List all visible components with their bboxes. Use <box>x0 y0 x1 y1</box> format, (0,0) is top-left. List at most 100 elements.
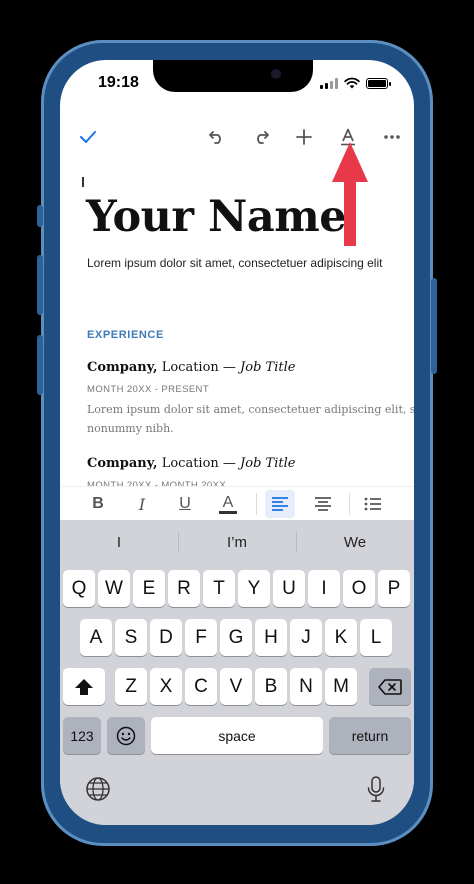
emoji-key[interactable] <box>107 717 145 754</box>
align-left-icon <box>272 497 288 511</box>
key-i[interactable]: I <box>308 570 340 607</box>
key-d[interactable]: D <box>150 619 182 656</box>
key-n[interactable]: N <box>290 668 322 705</box>
wifi-icon <box>344 77 360 89</box>
bold-button[interactable]: B <box>83 490 113 518</box>
key-c[interactable]: C <box>185 668 217 705</box>
key-v[interactable]: V <box>220 668 252 705</box>
company-name: Company, <box>87 456 158 471</box>
key-q[interactable]: Q <box>63 570 95 607</box>
key-o[interactable]: O <box>343 570 375 607</box>
phone-side-button <box>37 205 43 227</box>
key-w[interactable]: W <box>98 570 130 607</box>
screen: 19:18 Your Name Lorem ipsum dolor sit am… <box>60 60 414 825</box>
key-m[interactable]: M <box>325 668 357 705</box>
redo-button[interactable] <box>248 124 274 150</box>
key-j[interactable]: J <box>290 619 322 656</box>
underline-label: U <box>179 495 191 512</box>
text-color-button[interactable]: A <box>213 490 243 518</box>
microphone-icon <box>367 776 385 802</box>
key-g[interactable]: G <box>220 619 252 656</box>
undo-button[interactable] <box>204 124 230 150</box>
shift-key[interactable] <box>63 668 105 705</box>
key-s[interactable]: S <box>115 619 147 656</box>
backspace-key[interactable] <box>369 668 411 705</box>
key-b[interactable]: B <box>255 668 287 705</box>
job-location: Location — <box>157 360 241 375</box>
job-description-line: Lorem ipsum dolor sit amet, consectetuer… <box>87 403 414 416</box>
job-location: Location — <box>157 456 241 471</box>
suggestion-item[interactable]: I <box>60 520 178 564</box>
backspace-icon <box>378 678 402 695</box>
job-description-line: nonummy nibh. <box>87 422 174 435</box>
globe-icon <box>86 777 110 801</box>
document-name-heading: Your Name <box>86 192 347 242</box>
key-t[interactable]: T <box>203 570 235 607</box>
done-button[interactable] <box>75 124 101 150</box>
phone-volume-down <box>37 335 43 395</box>
align-left-button[interactable] <box>265 490 295 518</box>
insert-button[interactable] <box>291 124 317 150</box>
suggestion-item[interactable]: We <box>296 520 414 564</box>
job-date: MONTH 20XX - PRESENT <box>87 384 210 395</box>
bold-label: B <box>92 495 104 512</box>
italic-label: I <box>138 494 146 514</box>
key-y[interactable]: Y <box>238 570 270 607</box>
undo-icon <box>209 131 221 144</box>
return-key[interactable]: return <box>329 717 411 754</box>
key-f[interactable]: F <box>185 619 217 656</box>
suggestion-divider <box>296 532 297 552</box>
job-title: Job Title <box>240 456 296 471</box>
job-title: Job Title <box>240 360 296 375</box>
space-key[interactable]: space <box>151 717 323 754</box>
globe-key[interactable] <box>84 775 112 803</box>
key-u[interactable]: U <box>273 570 305 607</box>
key-p[interactable]: P <box>378 570 410 607</box>
plus-icon <box>296 129 312 145</box>
emoji-icon <box>116 726 136 745</box>
numbers-key[interactable]: 123 <box>63 717 101 754</box>
underline-button[interactable]: U <box>170 490 200 518</box>
redo-icon <box>257 131 269 144</box>
dictation-key[interactable] <box>362 775 390 803</box>
key-r[interactable]: R <box>168 570 200 607</box>
suggestion-bar: I I’m We <box>60 520 414 564</box>
key-l[interactable]: L <box>360 619 392 656</box>
battery-icon <box>366 77 391 89</box>
cellular-signal-icon <box>320 77 338 89</box>
keyboard: I I’m We Q W E R T Y U I O P A S D F G H… <box>60 520 414 825</box>
status-time: 19:18 <box>98 74 139 91</box>
text-color-swatch <box>219 510 237 514</box>
text-color-label: A <box>222 493 234 511</box>
more-icon <box>384 135 400 139</box>
section-heading-experience: EXPERIENCE <box>87 329 164 341</box>
document-subtitle: Lorem ipsum dolor sit amet, consectetuer… <box>87 256 383 270</box>
more-button[interactable] <box>379 124 405 150</box>
bulleted-list-button[interactable] <box>358 490 388 518</box>
format-bar: B I U A <box>60 486 414 521</box>
front-camera <box>271 69 281 79</box>
key-z[interactable]: Z <box>115 668 147 705</box>
suggestion-item[interactable]: I’m <box>178 520 296 564</box>
align-center-icon <box>315 497 331 511</box>
job-title-line: Company, Location — Job Title <box>87 456 295 471</box>
italic-button[interactable]: I <box>127 490 157 518</box>
key-h[interactable]: H <box>255 619 287 656</box>
key-a[interactable]: A <box>80 619 112 656</box>
align-center-button[interactable] <box>308 490 338 518</box>
checkmark-icon <box>80 131 96 143</box>
job-title-line: Company, Location — Job Title <box>87 360 295 375</box>
suggestion-divider <box>178 532 179 552</box>
company-name: Company, <box>87 360 158 375</box>
status-icons <box>320 77 391 89</box>
key-e[interactable]: E <box>133 570 165 607</box>
phone-power-button <box>431 278 437 374</box>
shift-icon <box>75 678 93 695</box>
format-divider <box>349 493 350 515</box>
text-cursor <box>82 177 84 187</box>
key-x[interactable]: X <box>150 668 182 705</box>
bulleted-list-icon <box>364 497 381 511</box>
notch <box>153 60 313 92</box>
key-k[interactable]: K <box>325 619 357 656</box>
annotation-arrow <box>332 142 368 246</box>
